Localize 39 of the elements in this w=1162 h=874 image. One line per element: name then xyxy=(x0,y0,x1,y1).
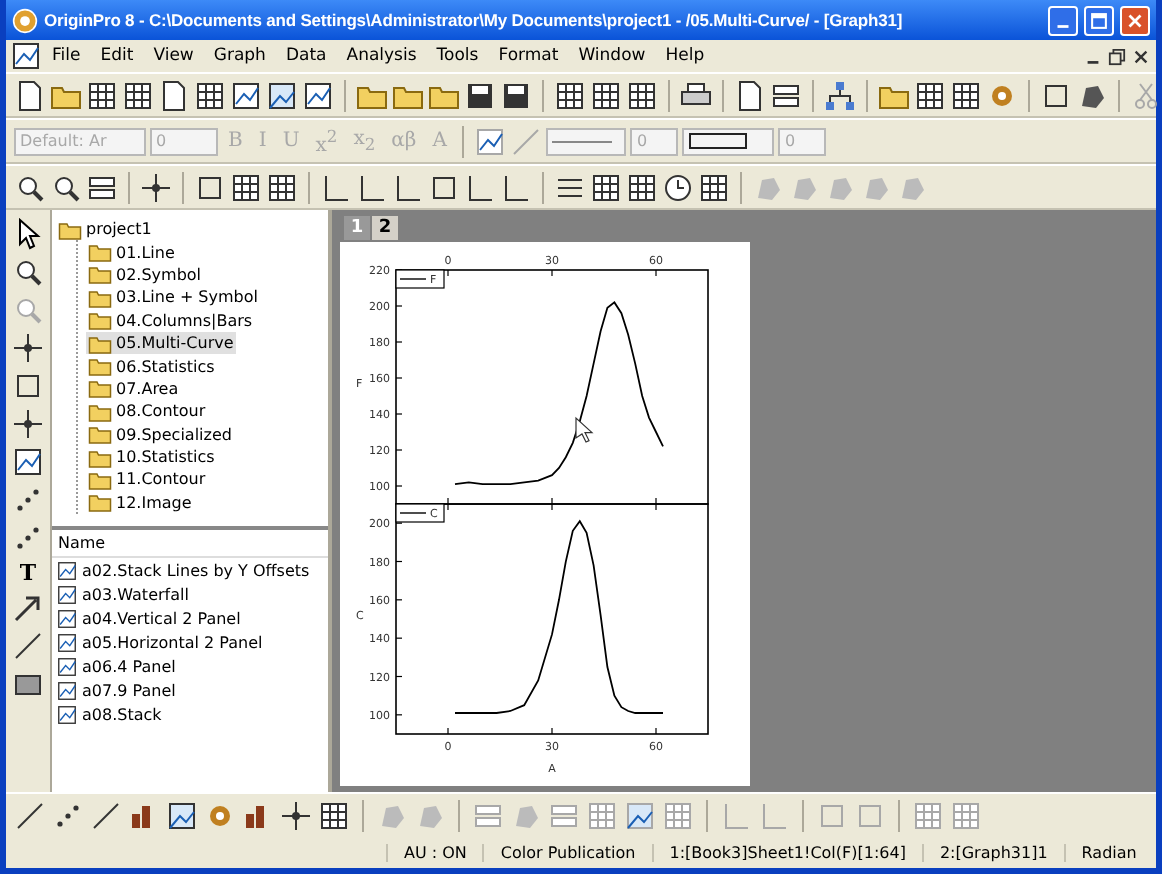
status-field: 2:[Graph31]1 xyxy=(921,844,1064,862)
layer-tab[interactable]: 2 xyxy=(372,216,398,240)
status-field: AU : ON xyxy=(386,844,483,862)
tree-item[interactable]: 03.Line + Symbol xyxy=(86,286,260,310)
tree-item[interactable]: 11.Contour xyxy=(86,468,208,492)
menu-item[interactable]: Edit xyxy=(90,46,144,66)
menu-item[interactable]: View xyxy=(143,46,204,66)
tree-item[interactable]: 04.Columns|Bars xyxy=(86,309,255,332)
tree-item[interactable]: 09.Specialized xyxy=(86,423,234,446)
graph-list-item[interactable]: a03.Waterfall xyxy=(52,582,328,606)
status-field: Color Publication xyxy=(482,844,652,862)
graph-list-item[interactable]: a07.9 Panel xyxy=(52,678,328,702)
tree-item[interactable]: 12.Image xyxy=(86,491,194,515)
graph-list-item[interactable]: a04.Vertical 2 Panel xyxy=(52,606,328,630)
window-title: OriginPro 8 - C:\Documents and Settings\Administrator\My Documents\project1 - /05.Multi-Curve/ - [Graph31] xyxy=(44,10,905,30)
tree-item[interactable]: 05.Multi-Curve xyxy=(86,331,236,355)
status-field: 1:[Book3]Sheet1!Col(F)[1:64] xyxy=(651,844,922,862)
tree-item[interactable]: 02.Symbol xyxy=(86,263,204,287)
tree-item[interactable]: project1 xyxy=(56,218,154,241)
menu-item[interactable]: Tools xyxy=(426,46,489,66)
menu-item[interactable]: Graph xyxy=(203,46,276,66)
menu-item[interactable]: Analysis xyxy=(336,46,427,66)
tree-item[interactable]: 01.Line xyxy=(86,240,177,264)
column-header[interactable]: Name xyxy=(52,530,328,558)
menu-item[interactable]: Format xyxy=(488,46,569,66)
tree-item[interactable]: 08.Contour xyxy=(86,400,208,424)
graph-list-item[interactable]: a05.Horizontal 2 Panel xyxy=(52,630,328,654)
graph-list-item[interactable]: a02.Stack Lines by Y Offsets xyxy=(52,558,328,582)
text-tool[interactable]: T xyxy=(19,560,37,586)
menu-item[interactable]: File xyxy=(42,46,91,66)
graph-list-item[interactable]: a08.Stack xyxy=(52,702,328,726)
tree-item[interactable]: 10.Statistics xyxy=(86,445,217,469)
menu-item[interactable]: Data xyxy=(275,46,337,66)
graph-list-item[interactable]: a06.4 Panel xyxy=(52,654,328,678)
menu-item[interactable]: Help xyxy=(655,46,715,66)
status-field: Radian xyxy=(1063,844,1153,862)
tree-item[interactable]: 07.Area xyxy=(86,377,181,401)
tree-item[interactable]: 06.Statistics xyxy=(86,354,217,378)
menu-item[interactable]: Window xyxy=(568,46,656,66)
